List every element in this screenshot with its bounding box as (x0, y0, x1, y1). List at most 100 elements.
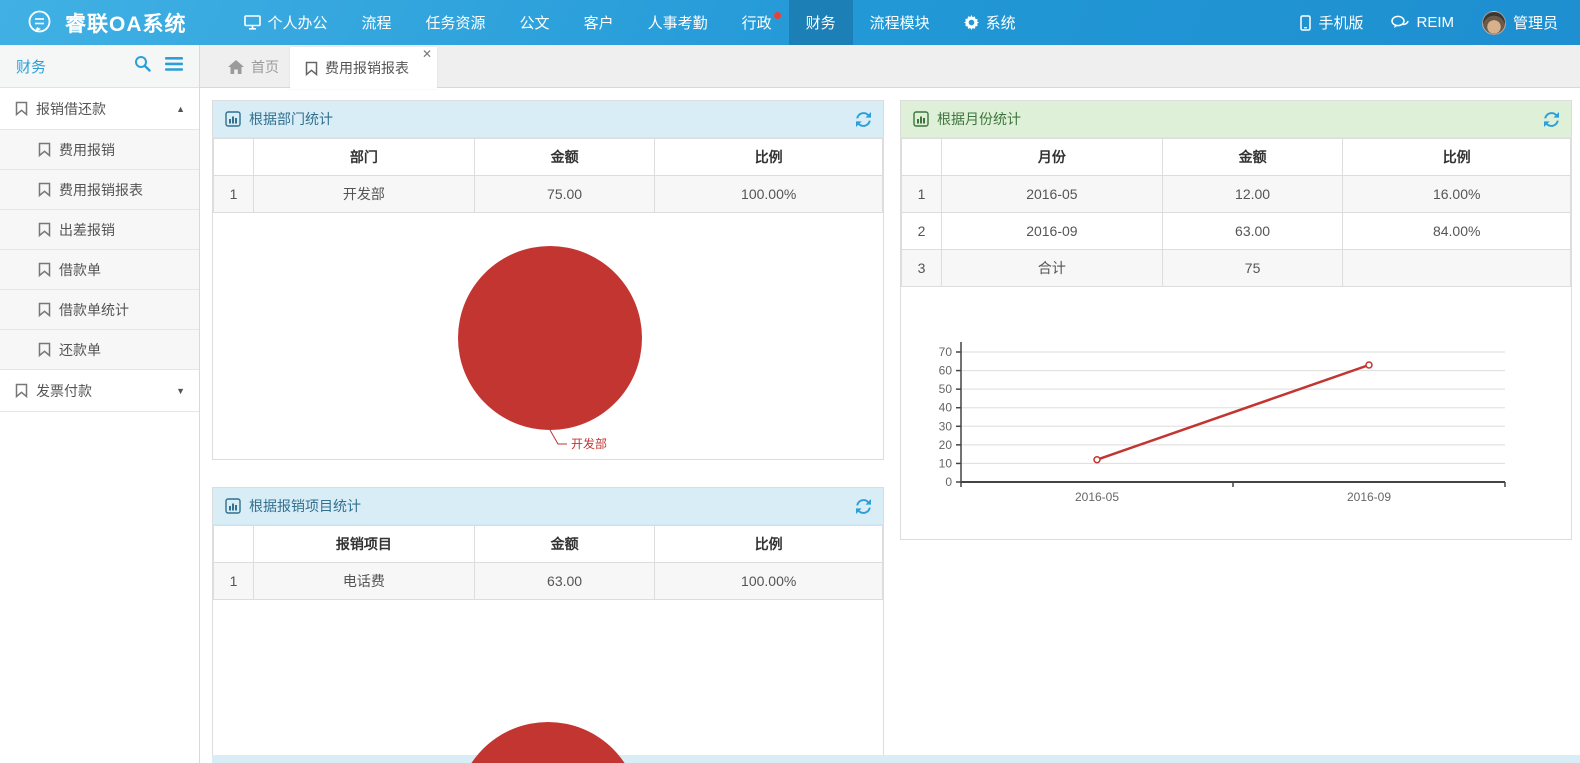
nav-item-workflow-module[interactable]: 流程模块 (853, 0, 947, 45)
menu-toggle-icon[interactable] (165, 57, 183, 76)
item-table: 报销项目 金额 比例 1 电话费 63.00 100.00% (213, 525, 883, 600)
bar-chart-icon (225, 498, 241, 514)
panel-title: 根据报销项目统计 (249, 496, 361, 516)
sidebar-group-label: 发票付款 (36, 381, 92, 401)
tab-bar: 首页 费用报销报表 ✕ (200, 45, 1580, 88)
table-cell: 合计 (942, 250, 1163, 287)
mobile-version-button[interactable]: 手机版 (1286, 0, 1377, 45)
svg-text:2016-09: 2016-09 (1347, 490, 1391, 504)
index-header (214, 139, 254, 176)
sidebar-item-travel-reimburse[interactable]: 出差报销 (0, 210, 199, 250)
user-avatar (1482, 11, 1506, 35)
sidebar-item-label: 出差报销 (59, 220, 115, 240)
month-table: 月份 金额 比例 1 2016-05 12.00 16.00% 2 2016-0… (901, 138, 1571, 287)
tab-home[interactable]: 首页 (228, 45, 279, 88)
nav-item-administration[interactable]: 行政 (725, 0, 789, 45)
nav-label: 流程 (362, 12, 392, 33)
app-title: 睿联OA系统 (65, 8, 187, 38)
table-cell: 电话费 (254, 563, 475, 600)
bookmark-icon (305, 61, 318, 76)
sidebar-item-repayment-form[interactable]: 还款单 (0, 330, 199, 370)
table-row[interactable]: 3 合计 75 (902, 250, 1571, 287)
tab-expense-report[interactable]: 费用报销报表 ✕ (290, 47, 437, 89)
refresh-icon[interactable] (856, 112, 871, 127)
panel-title: 根据部门统计 (249, 109, 333, 129)
panel-month-stats: 根据月份统计 月份 金额 比例 1 2016-05 12.00 16.00% (900, 100, 1572, 540)
table-cell (1343, 250, 1571, 287)
month-line-chart[interactable]: 0102030405060702016-052016-09 (901, 287, 1571, 538)
table-cell: 2016-09 (942, 213, 1163, 250)
bar-chart-icon (913, 111, 929, 127)
nav-item-customer[interactable]: 客户 (567, 0, 631, 45)
reim-chat-button[interactable]: REIM (1377, 0, 1468, 45)
table-row[interactable]: 1 电话费 63.00 100.00% (214, 563, 883, 600)
panel-header: 根据月份统计 (901, 101, 1571, 138)
notification-dot (774, 12, 781, 19)
col-header: 比例 (655, 139, 883, 176)
main-content: 根据部门统计 部门 金额 比例 1 开发部 75.00 100.00% (200, 88, 1580, 763)
nav-item-finance[interactable]: 财务 (789, 0, 853, 45)
nav-item-system[interactable]: 系统 (947, 0, 1033, 45)
table-cell: 16.00% (1343, 176, 1571, 213)
sidebar-item-label: 借款单统计 (59, 300, 129, 320)
table-cell: 100.00% (655, 563, 883, 600)
sidebar-group-invoice-payment[interactable]: 发票付款 ▼ (0, 370, 199, 412)
close-icon[interactable]: ✕ (422, 48, 432, 60)
nav-item-task-resource[interactable]: 任务资源 (409, 0, 503, 45)
nav-label: 公文 (520, 12, 550, 33)
item-pie-chart[interactable] (213, 600, 883, 763)
tab-label: 首页 (251, 57, 279, 77)
chat-icon (1391, 15, 1409, 30)
table-cell: 2 (902, 213, 942, 250)
col-header: 金额 (1162, 139, 1343, 176)
table-row[interactable]: 1 开发部 75.00 100.00% (214, 176, 883, 213)
col-header: 比例 (655, 526, 883, 563)
svg-text:30: 30 (939, 419, 953, 433)
col-header: 月份 (942, 139, 1163, 176)
nav-item-workflow[interactable]: 流程 (345, 0, 409, 45)
refresh-icon[interactable] (1544, 112, 1559, 127)
sidebar-item-loan-form[interactable]: 借款单 (0, 250, 199, 290)
nav-label: REIM (1416, 14, 1454, 31)
table-header-row: 月份 金额 比例 (902, 139, 1571, 176)
panel-dept-stats: 根据部门统计 部门 金额 比例 1 开发部 75.00 100.00% (212, 100, 884, 460)
table-header-row: 部门 金额 比例 (214, 139, 883, 176)
bookmark-icon (38, 342, 51, 357)
search-icon[interactable] (134, 55, 151, 77)
bookmark-icon (38, 302, 51, 317)
table-cell: 2016-05 (942, 176, 1163, 213)
comment-logo-icon (26, 9, 53, 36)
panel-header: 根据部门统计 (213, 101, 883, 138)
table-cell: 63.00 (1162, 213, 1343, 250)
nav-item-official-doc[interactable]: 公文 (503, 0, 567, 45)
sidebar-item-expense-report[interactable]: 费用报销报表 (0, 170, 199, 210)
refresh-icon[interactable] (856, 499, 871, 514)
table-cell: 3 (902, 250, 942, 287)
svg-text:20: 20 (939, 438, 953, 452)
sidebar-group-reimburse-loan[interactable]: 报销借还款 ▲ (0, 88, 199, 130)
sidebar-item-expense-reimburse[interactable]: 费用报销 (0, 130, 199, 170)
sidebar-item-label: 还款单 (59, 340, 101, 360)
chevron-down-icon: ▼ (176, 386, 185, 396)
table-cell: 100.00% (655, 176, 883, 213)
dept-pie-chart[interactable]: 开发部 (213, 213, 883, 458)
app-logo[interactable]: 睿联OA系统 (0, 0, 227, 45)
col-header: 报销项目 (254, 526, 475, 563)
sidebar-header: 财务 (0, 45, 199, 88)
gear-icon (964, 15, 979, 30)
mobile-icon (1300, 15, 1311, 31)
table-header-row: 报销项目 金额 比例 (214, 526, 883, 563)
table-row[interactable]: 2 2016-09 63.00 84.00% (902, 213, 1571, 250)
nav-label: 任务资源 (426, 12, 486, 33)
index-header (214, 526, 254, 563)
chevron-up-icon: ▲ (176, 104, 185, 114)
svg-text:0: 0 (945, 475, 952, 489)
main-menu: 个人办公 流程 任务资源 公文 客户 人事考勤 行政 财务 流程模块 系统 (227, 0, 1033, 45)
sidebar-item-loan-stats[interactable]: 借款单统计 (0, 290, 199, 330)
nav-item-hr-attendance[interactable]: 人事考勤 (631, 0, 725, 45)
user-menu[interactable]: 管理员 (1468, 0, 1572, 45)
table-row[interactable]: 1 2016-05 12.00 16.00% (902, 176, 1571, 213)
bookmark-icon (38, 222, 51, 237)
nav-item-personal-office[interactable]: 个人办公 (227, 0, 345, 45)
svg-text:2016-05: 2016-05 (1075, 490, 1119, 504)
